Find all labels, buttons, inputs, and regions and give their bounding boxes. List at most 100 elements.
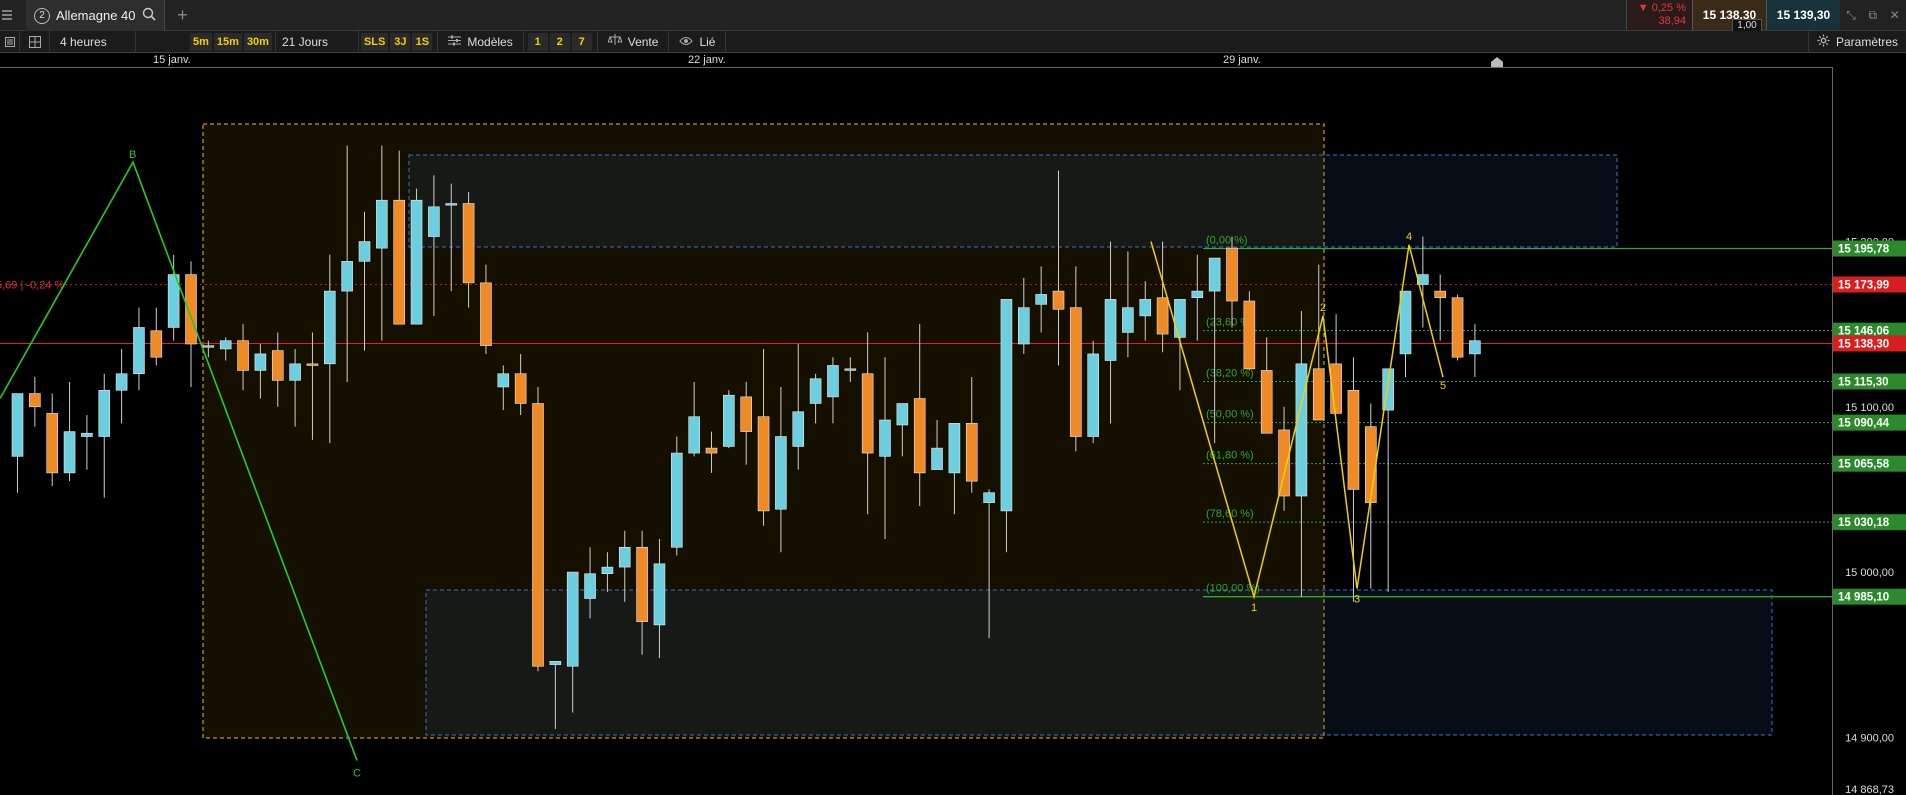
candle-body-60 <box>1052 290 1065 310</box>
candle-5 <box>98 373 111 498</box>
instrument-tab[interactable]: 2 Allemagne 40 <box>26 0 165 31</box>
candle-79 <box>1382 368 1394 592</box>
wave-label-4: 4 <box>1406 231 1412 243</box>
candle-body-56 <box>983 492 995 503</box>
buy-price-button[interactable]: 15 139,30 <box>1766 0 1840 30</box>
wave-label-5: 5 <box>1440 380 1446 392</box>
model-slot-2[interactable]: 2 <box>549 32 570 51</box>
model-slot-1[interactable]: 1 <box>527 32 548 51</box>
candle-9 <box>167 254 180 341</box>
candle-body-38 <box>670 452 683 548</box>
wave-label-2: 2 <box>1320 302 1326 314</box>
timeframe-30m[interactable]: 30m <box>243 32 272 51</box>
price-label-text-8: 14 985,10 <box>1838 592 1889 604</box>
price-chart[interactable]: (0,00 %)(23,60 %)(38,20 %)(50,00 %)(61,8… <box>0 68 1906 795</box>
candle-body-52 <box>913 398 926 474</box>
candle-body-28 <box>497 373 510 388</box>
change-percent: ▼ 0,25 % <box>1637 2 1686 14</box>
candle-body-61 <box>1070 307 1082 437</box>
candle-body-31 <box>549 661 562 665</box>
candle-body-20 <box>358 241 371 262</box>
candle-body-55 <box>965 423 978 482</box>
tab-number-badge: 2 <box>34 7 50 24</box>
candle-62 <box>1087 340 1099 444</box>
candle-71 <box>1243 291 1256 371</box>
candle-0 <box>11 393 24 493</box>
price-label-7: 15 030,18 <box>1833 514 1906 531</box>
settings-button[interactable]: Paramètres <box>1807 31 1906 53</box>
price-label-1: 15 173,99 <box>1833 276 1906 293</box>
candle-body-84 <box>1469 340 1481 355</box>
price-axis: 15 200,0015 100,0015 000,0014 900,0014 8… <box>1833 237 1906 795</box>
candle-8 <box>150 307 163 366</box>
quick-range-sls[interactable]: SLS <box>360 32 389 51</box>
zone-box-blue-top[interactable] <box>408 154 1618 248</box>
candle-body-2 <box>46 413 59 474</box>
quick-range-3j[interactable]: 3J <box>390 32 411 51</box>
range-select[interactable]: 21 Jours <box>274 30 359 53</box>
fib-label-0: (0,00 %) <box>1206 235 1248 247</box>
collapse-icon[interactable]: ⤡ <box>1846 8 1856 23</box>
candle-body-45 <box>792 411 805 447</box>
price-label-text-3: 15 138,30 <box>1838 338 1889 350</box>
harmonic-label-c: C <box>353 767 361 779</box>
linked-button[interactable]: Lié <box>669 30 727 53</box>
candle-body-35 <box>618 546 631 568</box>
candle-body-73 <box>1278 429 1290 497</box>
popout-icon[interactable]: ⧉ <box>1868 8 1877 23</box>
candle-body-80 <box>1399 290 1412 355</box>
sell-mode-button[interactable]: Vente <box>596 30 670 53</box>
fib-label-2: (38,20 %) <box>1206 368 1254 380</box>
models-label: Modèles <box>467 34 513 49</box>
price-label-text-4: 15 115,30 <box>1838 377 1889 389</box>
candle-body-48 <box>844 368 857 371</box>
candle-body-70 <box>1226 247 1238 302</box>
candle-body-6 <box>115 373 128 391</box>
candle-body-34 <box>601 566 614 575</box>
sell-label: Vente <box>627 34 659 49</box>
search-icon[interactable] <box>142 7 156 24</box>
candle-body-49 <box>861 373 874 454</box>
candle-body-82 <box>1434 290 1446 299</box>
candle-body-77 <box>1347 389 1360 490</box>
candle-body-44 <box>775 436 787 510</box>
menu-icon[interactable] <box>0 0 14 30</box>
timeframe-15m[interactable]: 15m <box>213 32 242 51</box>
candle-body-46 <box>809 378 822 404</box>
candle-body-15 <box>271 350 284 381</box>
settings-label: Paramètres <box>1835 35 1898 49</box>
list-icon[interactable] <box>0 30 20 53</box>
candle-body-25 <box>445 203 458 206</box>
candle-body-39 <box>688 416 700 454</box>
quick-range-1s[interactable]: 1S <box>412 32 433 51</box>
close-icon[interactable]: ✕ <box>1890 8 1900 22</box>
candle-body-58 <box>1017 307 1030 345</box>
candle-3 <box>63 382 76 482</box>
candle-4 <box>81 415 93 470</box>
candle-body-41 <box>723 394 735 447</box>
wave-label-1: 1 <box>1251 602 1257 614</box>
candle-38 <box>670 436 683 556</box>
timeframe-5m[interactable]: 5m <box>190 32 212 51</box>
layout-grid-icon[interactable] <box>20 30 50 53</box>
sliders-icon <box>448 35 462 49</box>
zone-box-blue-bottom[interactable] <box>425 589 1773 736</box>
gear-icon <box>1817 34 1830 50</box>
candle-body-71 <box>1243 300 1256 370</box>
candle-body-7 <box>133 327 145 375</box>
models-button[interactable]: Modèles <box>437 30 524 53</box>
price-label-3: 15 138,30 <box>1833 335 1906 352</box>
candle-body-26 <box>462 203 475 284</box>
model-slot-7[interactable]: 7 <box>571 32 592 51</box>
add-tab-icon[interactable]: + <box>165 0 201 30</box>
candle-body-69 <box>1208 257 1221 292</box>
period-select[interactable]: 4 heures <box>54 30 136 53</box>
date-label-3: 29 janv. <box>1223 54 1261 66</box>
candle-body-14 <box>254 353 267 371</box>
price-tick-1: 15 100,00 <box>1845 402 1894 414</box>
candle-6 <box>115 348 128 424</box>
candle-body-40 <box>705 447 718 454</box>
date-label-1: 15 janv. <box>153 54 191 66</box>
candle-body-30 <box>532 403 544 667</box>
candle-body-18 <box>323 290 336 365</box>
